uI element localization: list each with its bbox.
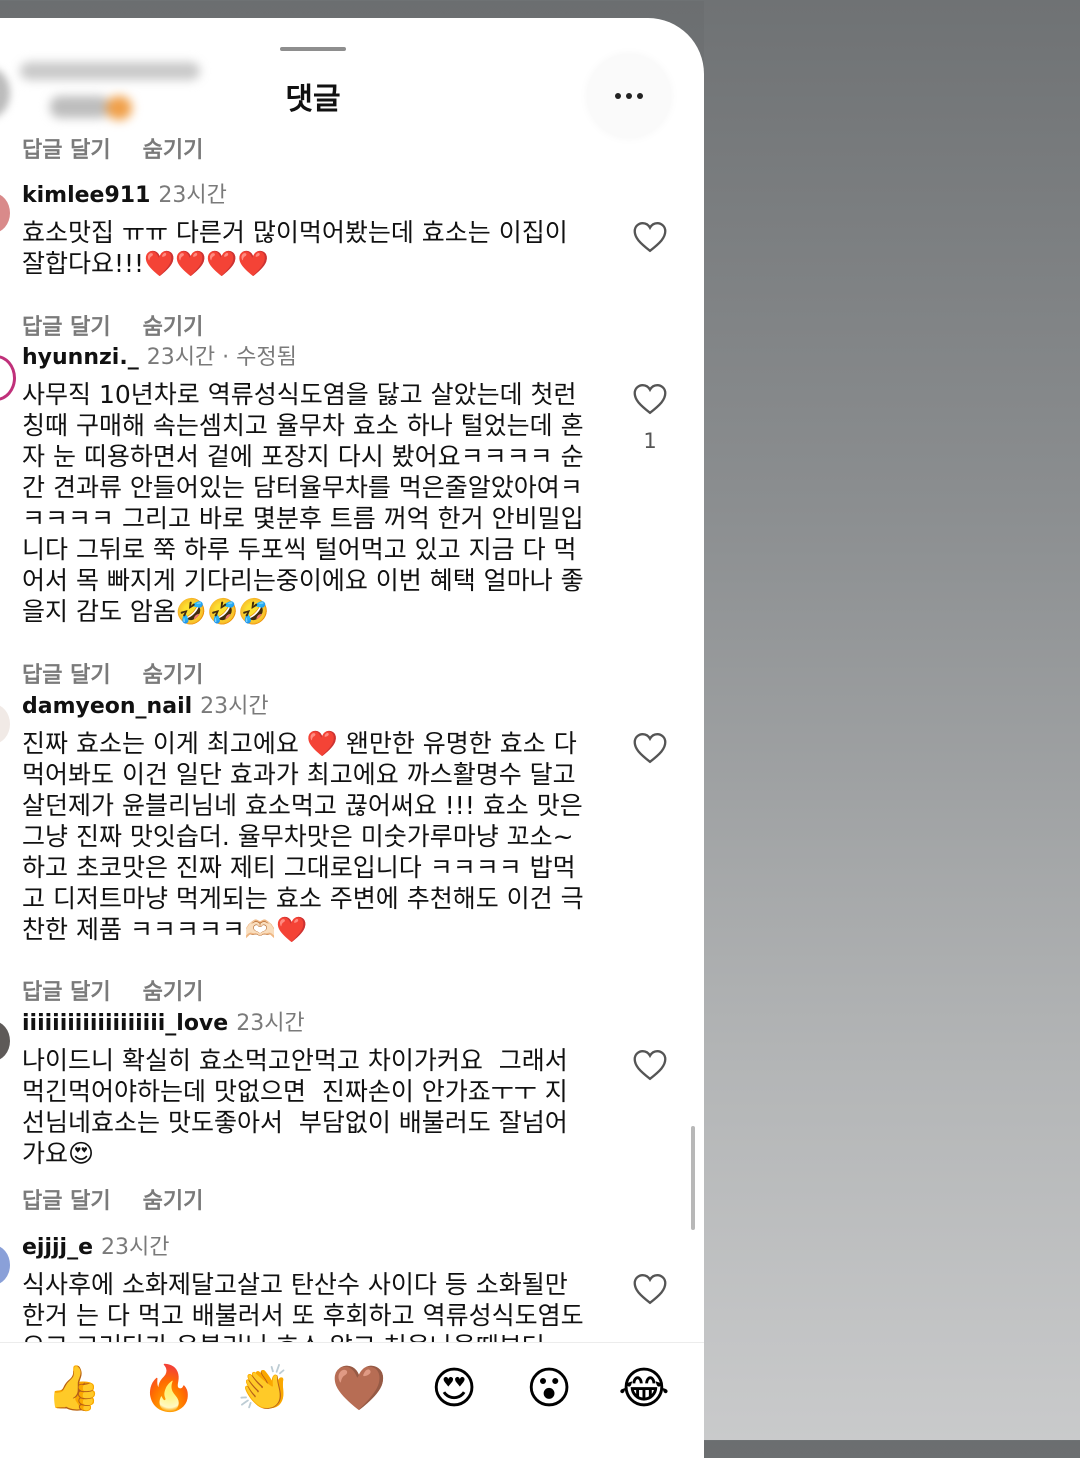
comment-text: 나이드니 확실히 효소먹고안먹고 차이가커요 그래서 먹긴먹어야하는데 맛없으면… <box>22 1046 568 1168</box>
comment-actions: 답글 달기 숨기기 <box>22 132 203 164</box>
avatar[interactable] <box>0 68 10 118</box>
scrollbar[interactable] <box>691 1126 695 1230</box>
timestamp: 23시간 · 수정됨 <box>146 345 297 370</box>
comment-actions: 답글 달기 숨기기 <box>22 657 203 689</box>
heart-icon[interactable] <box>632 221 668 253</box>
laughing-emoji-button[interactable]: 😂 <box>616 1361 672 1417</box>
heart-eyes-emoji-button[interactable]: 😍 <box>426 1361 482 1417</box>
avatar[interactable] <box>0 704 10 744</box>
thumbs-up-emoji-button[interactable]: 👍 <box>46 1361 102 1417</box>
blurred-comment <box>20 54 240 134</box>
comment-meta: hyunnzi._ 23시간 · 수정됨 <box>22 345 297 371</box>
surprised-emoji-button[interactable]: 😮 <box>521 1361 577 1417</box>
username[interactable]: ejjjj_e <box>22 1235 93 1260</box>
comment-meta: kimlee911 23시간 <box>22 183 227 209</box>
reply-button[interactable]: 답글 달기 <box>22 974 111 1006</box>
avatar[interactable] <box>0 355 16 401</box>
background-right <box>704 0 1080 1440</box>
comment-text: 효소맛집 ㅠㅠ 다른거 많이먹어봤는데 효소는 이집이 잘합다요!!!❤️❤️❤… <box>22 218 568 278</box>
comments-sheet: 댓글 답글 달기 숨기기 kimlee911 23시간 효소맛집 ㅠㅠ 다른거 많… <box>0 18 704 1458</box>
username[interactable]: iiiiiiiiiiiiiiiiiii_love <box>22 1011 228 1036</box>
comment-meta: ejjjj_e 23시간 <box>22 1235 170 1261</box>
quick-reaction-bar: 👍 🔥 👏 🤎 😍 😮 😂 <box>0 1342 704 1441</box>
avatar[interactable] <box>0 193 10 233</box>
more-options-button[interactable] <box>588 55 670 137</box>
avatar[interactable] <box>0 1021 10 1061</box>
reply-button[interactable]: 답글 달기 <box>22 132 111 164</box>
comment-text: 진짜 효소는 이게 최고에요 ❤️ 왠만한 유명한 효소 다 먹어봐도 이건 일… <box>22 729 584 944</box>
heart-icon[interactable] <box>632 1273 668 1305</box>
hide-button[interactable]: 숨기기 <box>143 974 204 1006</box>
reply-button[interactable]: 답글 달기 <box>22 309 111 341</box>
sheet-title: 댓글 <box>285 82 341 117</box>
heart-icon[interactable] <box>632 1049 668 1081</box>
timestamp: 23시간 <box>158 183 227 208</box>
reply-button[interactable]: 답글 달기 <box>22 1183 111 1215</box>
heart-icon[interactable] <box>632 383 668 415</box>
avatar[interactable] <box>0 1245 10 1285</box>
comment-actions: 답글 달기 숨기기 <box>22 1183 203 1215</box>
hide-button[interactable]: 숨기기 <box>143 132 204 164</box>
comment-meta: damyeon_nail 23시간 <box>22 694 269 720</box>
clapping-emoji-button[interactable]: 👏 <box>236 1361 292 1417</box>
brown-heart-emoji-button[interactable]: 🤎 <box>331 1361 387 1417</box>
timestamp: 23시간 <box>236 1011 305 1036</box>
comment-actions: 답글 달기 숨기기 <box>22 309 203 341</box>
timestamp: 23시간 <box>101 1235 170 1260</box>
username[interactable]: kimlee911 <box>22 183 150 208</box>
like-count: 1 <box>643 429 657 453</box>
sheet-grabber[interactable] <box>280 47 346 51</box>
username[interactable]: damyeon_nail <box>22 694 192 719</box>
hide-button[interactable]: 숨기기 <box>143 309 204 341</box>
username[interactable]: hyunnzi._ <box>22 345 139 370</box>
reply-button[interactable]: 답글 달기 <box>22 657 111 689</box>
timestamp: 23시간 <box>200 694 269 719</box>
comment-meta: iiiiiiiiiiiiiiiiiii_love 23시간 <box>22 1011 305 1037</box>
more-icon <box>615 93 621 99</box>
comment-text: 사무직 10년차로 역류성식도염을 닳고 살았는데 첫런 칭때 구매해 속는셈치… <box>22 380 584 626</box>
hide-button[interactable]: 숨기기 <box>143 1183 204 1215</box>
comment-actions: 답글 달기 숨기기 <box>22 974 203 1006</box>
fire-emoji-button[interactable]: 🔥 <box>141 1361 197 1417</box>
heart-icon[interactable] <box>632 732 668 764</box>
hide-button[interactable]: 숨기기 <box>143 657 204 689</box>
